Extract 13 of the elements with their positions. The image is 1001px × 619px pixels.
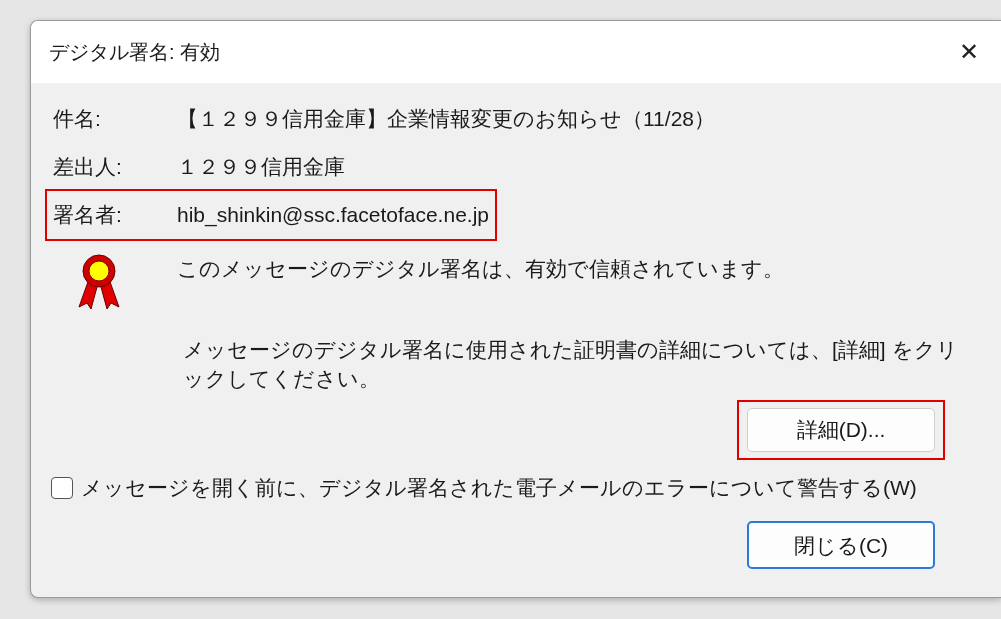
checkbox-label[interactable]: メッセージを開く前に、デジタル署名された電子メールのエラーについて警告する(W) [81, 471, 917, 504]
details-message: メッセージのデジタル署名に使用された証明書の詳細については、[詳細] をクリックしてください。 [183, 337, 959, 393]
field-label: 件名: [53, 106, 102, 133]
field-label: 署名者: [53, 202, 123, 229]
field-label: 差出人: [53, 154, 123, 181]
status-message: このメッセージのデジタル署名は、有効で信頼されています。 [177, 256, 784, 282]
window-title: デジタル署名: 有効 [49, 40, 221, 65]
close-button[interactable]: 閉じる(C) [747, 521, 935, 570]
details-button[interactable]: 詳細(D)... [747, 407, 935, 452]
field-value: hib_shinkin@ssc.facetoface.ne.jp [177, 202, 489, 229]
checkbox[interactable] [51, 476, 73, 499]
field-value: １２９９信用金庫 [177, 154, 345, 181]
field-value: 【１２９９信用金庫】企業情報変更のお知らせ（11/28） [177, 106, 715, 133]
